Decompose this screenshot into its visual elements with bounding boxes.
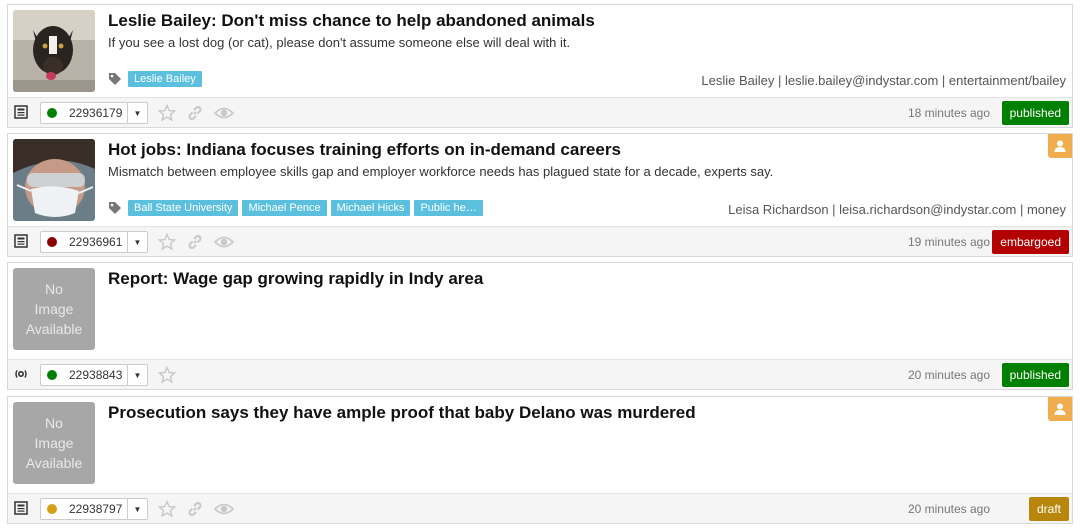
status-badge[interactable]: published: [1001, 363, 1069, 387]
story-title[interactable]: Hot jobs: Indiana focuses training effor…: [108, 140, 621, 160]
story-toolbar: 22938797 ▼ 20 minutes ago draft: [8, 493, 1072, 523]
tag-badge[interactable]: Public he…: [414, 200, 483, 216]
story-title[interactable]: Prosecution says they have ample proof t…: [108, 403, 696, 423]
story-timestamp: 20 minutes ago: [907, 368, 990, 382]
story-id-dropdown[interactable]: 22936961 ▼: [40, 231, 148, 253]
story-id: 22936961: [69, 235, 123, 249]
user-icon[interactable]: [1048, 397, 1072, 421]
user-icon[interactable]: [1048, 134, 1072, 158]
star-icon[interactable]: [157, 365, 177, 384]
eye-icon[interactable]: [213, 233, 235, 251]
status-badge[interactable]: published: [1001, 101, 1069, 125]
status-badge[interactable]: draft: [1028, 497, 1069, 521]
story-timestamp: 18 minutes ago: [907, 106, 990, 120]
tag-icon: [109, 73, 121, 85]
tag-list: Ball State University Michael Pence Mich…: [108, 200, 487, 216]
star-icon[interactable]: [157, 499, 177, 518]
star-icon[interactable]: [157, 103, 177, 122]
tag-badge[interactable]: Leslie Bailey: [128, 71, 202, 87]
tag-icon: [109, 202, 121, 214]
no-image-placeholder[interactable]: No Image Available: [13, 402, 95, 484]
story-thumbnail[interactable]: [13, 10, 95, 92]
status-dot: [47, 237, 57, 247]
chevron-down-icon[interactable]: ▼: [127, 232, 147, 252]
status-dot: [47, 370, 57, 380]
tag-badge[interactable]: Ball State University: [128, 200, 239, 216]
article-icon: [14, 105, 28, 119]
story-id: 22938797: [69, 502, 123, 516]
story-timestamp: 20 minutes ago: [907, 502, 990, 516]
chevron-down-icon[interactable]: ▼: [127, 103, 147, 123]
story-card[interactable]: Leslie Bailey: Don't miss chance to help…: [7, 4, 1073, 128]
link-icon[interactable]: [186, 500, 204, 518]
tag-badge[interactable]: Michael Hicks: [330, 200, 411, 216]
no-image-placeholder[interactable]: No Image Available: [13, 268, 95, 350]
story-toolbar: 22936961 ▼ 19 minutes ago embargoed: [8, 226, 1072, 256]
story-description: If you see a lost dog (or cat), please d…: [108, 35, 571, 50]
broadcast-icon: [15, 370, 27, 378]
star-icon[interactable]: [157, 232, 177, 251]
link-icon[interactable]: [186, 104, 204, 122]
status-badge[interactable]: embargoed: [992, 230, 1069, 254]
chevron-down-icon[interactable]: ▼: [127, 365, 147, 385]
story-id: 22936179: [69, 106, 123, 120]
chevron-down-icon[interactable]: ▼: [127, 499, 147, 519]
eye-icon[interactable]: [213, 104, 235, 122]
story-title[interactable]: Leslie Bailey: Don't miss chance to help…: [108, 11, 595, 31]
story-card[interactable]: No Image Available Report: Wage gap grow…: [7, 262, 1073, 390]
story-card[interactable]: No Image Available Prosecution says they…: [7, 396, 1073, 524]
status-dot: [47, 504, 57, 514]
eye-icon[interactable]: [213, 500, 235, 518]
story-description: Mismatch between employee skills gap and…: [108, 164, 774, 179]
story-id-dropdown[interactable]: 22938843 ▼: [40, 364, 148, 386]
status-dot: [47, 108, 57, 118]
story-card[interactable]: Hot jobs: Indiana focuses training effor…: [7, 133, 1073, 257]
story-title[interactable]: Report: Wage gap growing rapidly in Indy…: [108, 269, 483, 289]
story-id-dropdown[interactable]: 22938797 ▼: [40, 498, 148, 520]
story-id: 22938843: [69, 368, 123, 382]
story-byline: Leisa Richardson | leisa.richardson@indy…: [728, 202, 1066, 217]
story-toolbar: 22936179 ▼ 18 minutes ago published: [8, 97, 1072, 127]
story-byline: Leslie Bailey | leslie.bailey@indystar.c…: [701, 73, 1066, 88]
article-icon: [14, 234, 28, 248]
tag-badge[interactable]: Michael Pence: [242, 200, 327, 216]
tag-list: Leslie Bailey: [108, 71, 206, 87]
story-toolbar: 22938843 ▼ 20 minutes ago published: [8, 359, 1072, 389]
story-thumbnail[interactable]: [13, 139, 95, 221]
story-id-dropdown[interactable]: 22936179 ▼: [40, 102, 148, 124]
article-icon: [14, 501, 28, 515]
story-timestamp: 19 minutes ago: [907, 235, 990, 249]
link-icon[interactable]: [186, 233, 204, 251]
